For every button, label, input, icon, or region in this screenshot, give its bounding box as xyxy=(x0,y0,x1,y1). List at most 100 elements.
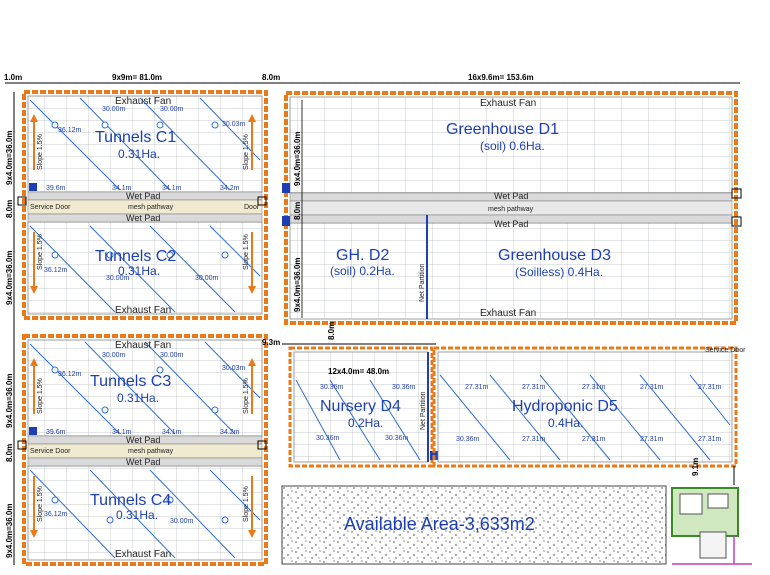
c4-exhaust-fan: Exhaust Fan xyxy=(115,549,171,560)
c3-len-6: 34.1m xyxy=(112,429,132,436)
c2-title: Tunnels C2 xyxy=(95,248,176,265)
hydro-len-6: 27.31m xyxy=(522,436,546,443)
hydro-len-8: 27.31m xyxy=(640,436,664,443)
c1-mesh-pathway: mesh pathway xyxy=(128,204,174,211)
dim-greenhouse-width: 16x9.6m= 153.6m xyxy=(468,73,534,82)
c4-len-1: 36.12m xyxy=(44,511,68,518)
greenhouse-side-dimensions: 9x4.0m=36.0m 8.0m 9x4.0m=36.0m xyxy=(293,100,303,318)
c1-service-door: Service Door xyxy=(30,204,71,211)
dim-c1: 9x4.0m=36.0m xyxy=(5,131,14,186)
c1-len-8: 34.2m xyxy=(220,185,240,192)
d2-net-partition: Net Partition xyxy=(419,263,426,302)
available-area-label: Available Area-3,633m2 xyxy=(344,514,535,534)
dim-d1: 9x4.0m=36.0m xyxy=(293,132,302,187)
c3-len-7: 34.1m xyxy=(162,429,182,436)
c4-area: 0.31Ha. xyxy=(116,508,158,522)
c2-slope-left: Slope 1.5% xyxy=(37,234,44,270)
hydro-len-4: 27.31m xyxy=(640,384,664,391)
dim-d4-gap: 9.3m xyxy=(262,338,280,347)
c1-slope-left: Slope 1.5% xyxy=(37,134,44,170)
c4-slope-right: Slope 1.5% xyxy=(243,486,250,522)
dim-c3: 9x4.0m=36.0m xyxy=(5,374,14,429)
dim-gap-lower: 8.0m xyxy=(5,444,14,462)
hydro-len-3: 27.31m xyxy=(582,384,606,391)
c1-len-6: 34.1m xyxy=(112,185,132,192)
hydro-len-9: 27.31m xyxy=(698,436,722,443)
c2-len-2: 30.00m xyxy=(106,275,130,282)
gh-mesh-pathway: mesh pathway xyxy=(488,206,534,213)
hydro-len-1: 27.31m xyxy=(465,384,489,391)
dim-c4: 9x4.0m=36.0m xyxy=(5,504,14,559)
d1-title: Greenhouse D1 xyxy=(446,121,559,138)
c3-title: Tunnels C3 xyxy=(90,373,171,390)
c4-len-2: 30.00m xyxy=(170,518,194,525)
dim-c2: 9x4.0m=36.0m xyxy=(5,251,14,306)
c3-slope-right: Slope 1.5% xyxy=(243,378,250,414)
hydro-len-5: 27.31m xyxy=(698,384,722,391)
nursery-title: Nursery D4 xyxy=(320,398,401,415)
d1-area: (soil) 0.6Ha. xyxy=(480,139,545,153)
c1-len-5: 39.6m xyxy=(46,185,66,192)
site-plan: 1.0m 9x9m= 81.0m 8.0m 16x9.6m= 153.6m Ex… xyxy=(4,73,752,566)
c3-wet-pad: Wet Pad xyxy=(126,435,160,445)
c3-service-door: Service Door xyxy=(30,448,71,455)
c3-len-5: 39.6m xyxy=(46,429,66,436)
hydro-area: 0.4Ha. xyxy=(548,416,583,430)
c1-len-7: 34.1m xyxy=(162,185,182,192)
nursery-len-2: 30.36m xyxy=(392,384,416,391)
d3-title: Greenhouse D3 xyxy=(498,247,611,264)
c3-area: 0.31Ha. xyxy=(117,391,159,405)
c1-len-4: 30.03m xyxy=(222,121,246,128)
c2-len-3: 30.00m xyxy=(195,275,219,282)
nursery-d4-block: 9.3m 8.0m 12x4.0m= 48.0m 30.36m 30.36m 3… xyxy=(262,322,438,468)
c1-door-marker xyxy=(29,183,37,191)
utility-corner xyxy=(671,487,752,565)
gh-exhaust-bottom: Exhaust Fan xyxy=(480,308,536,319)
dim-d5-gap: 9.1m xyxy=(691,458,700,476)
c1-door: Door xyxy=(244,204,260,211)
nursery-len-4: 30.36m xyxy=(385,435,409,442)
c1-len-3: 30.00m xyxy=(160,106,184,113)
nursery-area: 0.2Ha. xyxy=(348,416,383,430)
d3-area: (Soilless) 0.4Ha. xyxy=(515,265,603,279)
nursery-net-partition: Net Partition xyxy=(420,391,427,430)
greenhouse-block: Exhaust Fan Greenhouse D1 (soil) 0.6Ha. … xyxy=(282,91,742,325)
c3-len-2: 30.00m xyxy=(102,352,126,359)
c1-area: 0.31Ha. xyxy=(118,147,160,161)
c1-len-2: 30.00m xyxy=(102,106,126,113)
top-dimension-line: 1.0m 9x9m= 81.0m 8.0m 16x9.6m= 153.6m xyxy=(4,73,740,84)
gh-exhaust-top: Exhaust Fan xyxy=(480,98,536,109)
c2-len-1: 36.12m xyxy=(44,267,68,274)
dim-left-margin: 1.0m xyxy=(4,73,22,82)
hydro-title: Hydroponic D5 xyxy=(512,398,618,415)
gh-wet-pad-top: Wet Pad xyxy=(494,191,528,201)
c4-title: Tunnels C4 xyxy=(90,492,171,509)
tunnels-c3-c4-block: Exhaust Fan Tunnels C3 0.31Ha. Wet Pad m… xyxy=(17,334,268,566)
dim-d3: 9x4.0m=36.0m xyxy=(293,258,302,313)
dim-d4-side: 8.0m xyxy=(327,322,336,340)
nursery-len-1: 30.36m xyxy=(320,384,344,391)
available-area: Available Area-3,633m2 xyxy=(281,485,667,565)
hydroponic-d5-block: Service Door 27.31m 27.31m 27.31m 27.31m… xyxy=(432,346,746,485)
c3-exhaust-fan: Exhaust Fan xyxy=(115,340,171,351)
d2-title: GH. D2 xyxy=(336,247,389,264)
c1-len-1: 36.12m xyxy=(58,127,82,134)
c3-len-3: 30.00m xyxy=(160,352,184,359)
c1-wet-pad: Wet Pad xyxy=(126,191,160,201)
c4-slope-left: Slope 1.5% xyxy=(37,486,44,522)
hydro-len-7: 27.31m xyxy=(582,436,606,443)
nursery-width: 12x4.0m= 48.0m xyxy=(328,367,389,376)
c3-len-4: 30.03m xyxy=(222,365,246,372)
c3-mesh-pathway: mesh pathway xyxy=(128,448,174,455)
c1-title: Tunnels C1 xyxy=(95,129,176,146)
c2-exhaust-fan: Exhaust Fan xyxy=(115,305,171,316)
nursery-len-3: 30.36m xyxy=(316,435,340,442)
dim-tunnels-width: 9x9m= 81.0m xyxy=(112,73,162,82)
c3-len-8: 34.2m xyxy=(220,429,240,436)
tunnels-c1-c2-block: Exhaust Fan Tunnels C1 0.31Ha. Wet Pad m… xyxy=(17,90,268,320)
c4-wet-pad: Wet Pad xyxy=(126,457,160,467)
gh-wet-pad-bottom: Wet Pad xyxy=(494,219,528,229)
c2-slope-right: Slope 1.5% xyxy=(243,234,250,270)
d2-area: (soil) 0.2Ha. xyxy=(330,264,395,278)
dim-gap: 8.0m xyxy=(262,73,280,82)
